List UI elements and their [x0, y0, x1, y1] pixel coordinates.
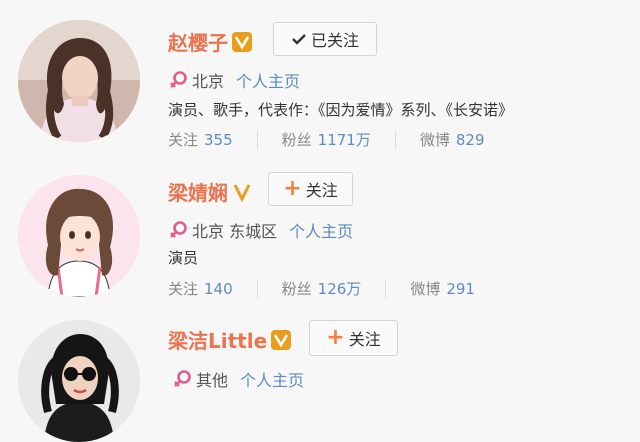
plus-icon: + [283, 176, 302, 201]
user-card-3: 梁洁Little + 关注 其他 个人主页 [0, 300, 640, 442]
divider [256, 130, 258, 149]
female-icon [170, 71, 187, 88]
location-line: 北京 东城区 个人主页 [168, 218, 353, 242]
plus-icon: + [326, 325, 345, 350]
stat-value: 126万 [317, 280, 362, 298]
stat-weibo[interactable]: 微博 291 [410, 278, 475, 299]
follow-label: 关注 [305, 181, 338, 200]
name-line: 梁婧娴 [168, 174, 252, 208]
stat-following[interactable]: 关注 140 [168, 278, 233, 299]
stat-value: 355 [204, 130, 233, 149]
verified-v-icon [232, 32, 252, 52]
user-name[interactable]: 梁婧娴 [168, 177, 228, 206]
location-text: 北京 [192, 72, 225, 91]
user-card-1: 赵樱子 已关注 北京 个人主页 演员、歌手，代表作：《因为爱情》系列、《长安诺》… [0, 0, 640, 150]
female-icon [170, 221, 187, 238]
homepage-link[interactable]: 个人主页 [240, 367, 304, 391]
divider [385, 279, 387, 298]
name-line: 梁洁Little [168, 322, 292, 356]
avatar[interactable] [18, 20, 140, 142]
follow-button[interactable]: + 关注 [268, 172, 353, 206]
stat-label: 微博 [419, 131, 450, 149]
avatar[interactable] [18, 175, 140, 297]
stat-label: 微博 [410, 280, 441, 298]
bio: 演员、歌手，代表作：《因为爱情》系列、《长安诺》 [168, 101, 514, 119]
stat-label: 关注 [168, 131, 199, 149]
stat-label: 关注 [168, 280, 199, 298]
verified-v-icon [233, 184, 251, 202]
follow-label: 已关注 [310, 31, 359, 50]
user-card-2: 梁婧娴 + 关注 北京 东城区 个人主页 演员 关注 140 粉丝 126万 微… [0, 150, 640, 300]
stat-label: 粉丝 [281, 280, 312, 298]
homepage-link[interactable]: 个人主页 [236, 68, 300, 92]
stat-following[interactable]: 关注 355 [168, 129, 233, 150]
location-text: 北京 东城区 [192, 222, 278, 241]
name-line: 赵樱子 [168, 24, 252, 58]
location-text: 其他 [196, 371, 229, 390]
stat-value: 1171万 [317, 131, 371, 149]
stat-label: 粉丝 [281, 131, 312, 149]
check-icon [291, 32, 307, 46]
stat-value: 291 [446, 279, 475, 298]
user-name[interactable]: 赵樱子 [168, 27, 228, 56]
stats-line: 关注 140 粉丝 126万 微博 291 [168, 278, 475, 299]
avatar[interactable] [18, 320, 140, 442]
stat-weibo[interactable]: 微博 829 [420, 129, 485, 150]
divider [394, 130, 396, 149]
divider [256, 279, 258, 298]
stat-followers[interactable]: 粉丝 126万 [282, 278, 362, 299]
bio: 演员 [168, 249, 199, 267]
verified-v-icon [271, 330, 292, 350]
stat-followers[interactable]: 粉丝 1171万 [282, 129, 371, 150]
location-line: 其他 个人主页 [172, 367, 304, 391]
follow-label: 关注 [348, 330, 381, 349]
stat-value: 140 [204, 279, 233, 298]
followed-button[interactable]: 已关注 [273, 22, 377, 56]
female-icon [174, 370, 191, 387]
follow-button[interactable]: + 关注 [309, 320, 398, 356]
homepage-link[interactable]: 个人主页 [289, 218, 353, 242]
user-name[interactable]: 梁洁Little [168, 325, 267, 354]
stat-value: 829 [455, 130, 485, 149]
location-line: 北京 个人主页 [168, 68, 300, 92]
stats-line: 关注 355 粉丝 1171万 微博 829 [168, 129, 485, 150]
